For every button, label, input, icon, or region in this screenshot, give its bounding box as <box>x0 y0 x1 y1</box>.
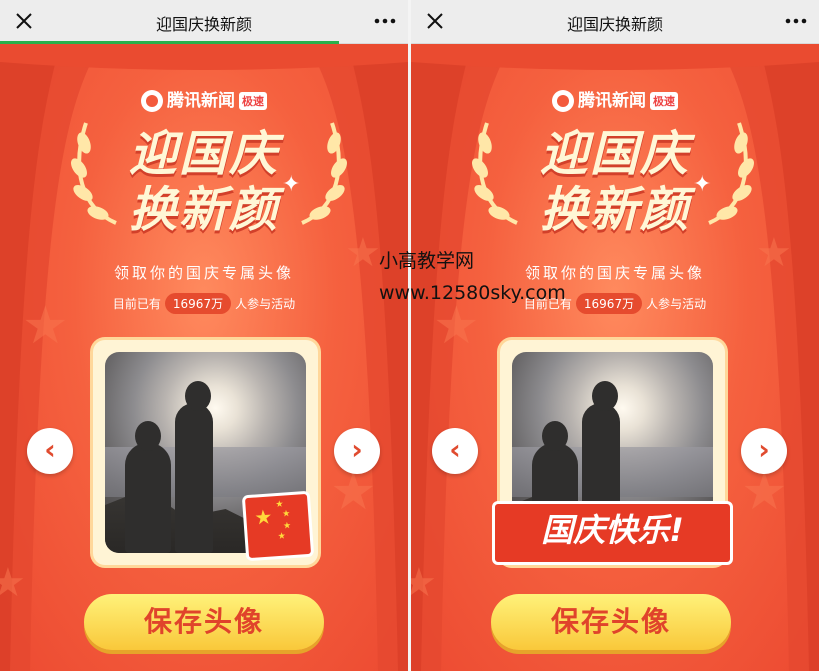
page-load-progress <box>0 41 339 44</box>
chevron-right-icon: › <box>351 433 363 466</box>
wechat-topbar: 迎国庆换新颜 <box>0 0 408 44</box>
chevron-left-icon: ‹ <box>44 433 56 466</box>
more-icon[interactable] <box>372 9 398 33</box>
page-title: 迎国庆换新颜 <box>155 15 252 34</box>
save-avatar-button[interactable]: 保存头像 <box>84 594 324 650</box>
subtitle: 领取你的国庆专属头像 <box>113 264 294 282</box>
brand-name: 腾讯新闻 <box>578 91 646 111</box>
next-button[interactable]: › <box>334 428 380 474</box>
headline-line2: 换新颜 <box>128 182 279 238</box>
count-suffix: 人参与活动 <box>235 297 296 311</box>
watermark-line1: 小高教学网 <box>379 250 475 272</box>
tencent-news-logo-icon <box>141 90 163 112</box>
more-icon[interactable] <box>783 9 809 33</box>
participant-count: 目前已有 16967万 人参与活动 <box>0 293 408 314</box>
curtain-top-valance <box>0 44 408 70</box>
count-value: 16967万 <box>575 293 643 314</box>
count-value: 16967万 <box>164 293 232 314</box>
phone-right: ★ ★ ★ ★ 迎国庆换新颜 腾讯新闻 极速 迎国庆 换新颜 ✦ 领取你的国庆专属… <box>411 0 819 671</box>
chevron-left-icon: ‹ <box>449 433 461 466</box>
count-suffix: 人参与活动 <box>646 297 707 311</box>
brand-tag: 极速 <box>239 92 267 110</box>
brand: 腾讯新闻 极速 <box>411 86 819 112</box>
count-prefix: 目前已有 <box>112 297 161 311</box>
page-title: 迎国庆换新颜 <box>566 15 663 34</box>
tencent-news-logo-icon <box>552 90 574 112</box>
brand-name: 腾讯新闻 <box>167 91 235 111</box>
prev-button[interactable]: ‹ <box>432 428 478 474</box>
wechat-topbar: 迎国庆换新颜 <box>411 0 819 44</box>
decor-star: ★ <box>411 560 437 606</box>
decor-star: ★ <box>0 560 26 606</box>
brand-tag: 极速 <box>650 92 678 110</box>
sparkle-icon: ✦ <box>693 172 712 197</box>
national-day-banner: 国庆快乐! <box>492 501 733 565</box>
next-button[interactable]: › <box>741 428 787 474</box>
save-avatar-button[interactable]: 保存头像 <box>491 594 731 650</box>
watermark-line2: www.12580sky.com <box>379 282 566 304</box>
avatar-frame: 国庆快乐! <box>492 340 733 565</box>
avatar-frame: ★ ★ ★ ★ ★ <box>93 340 318 565</box>
headline-line2: 换新颜 <box>539 182 690 238</box>
sparkle-icon: ✦ <box>282 172 301 197</box>
chevron-right-icon: › <box>758 433 770 466</box>
phone-left: ★ ★ ★ ★ 迎国庆换新颜 腾讯新闻 极速 迎国庆 换新颜 ✦ 领取你的国庆专属… <box>0 0 408 671</box>
curtain-top-valance <box>411 44 819 70</box>
prev-button[interactable]: ‹ <box>27 428 73 474</box>
china-flag-icon: ★ ★ ★ ★ ★ <box>241 490 315 562</box>
brand: 腾讯新闻 极速 <box>0 86 408 112</box>
